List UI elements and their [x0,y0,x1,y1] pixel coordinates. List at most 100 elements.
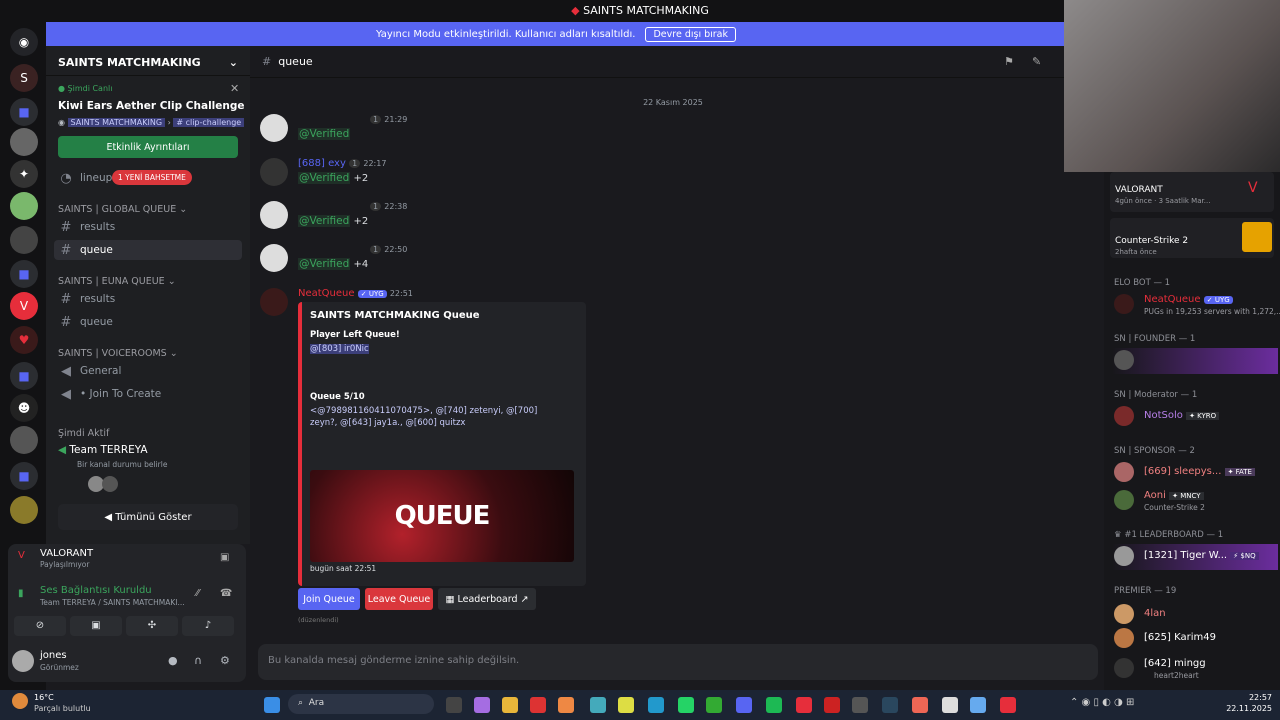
soundboard-icon[interactable]: ♪ [182,616,234,636]
role-mention[interactable]: @Verified [298,172,351,184]
show-all-button[interactable]: ◀ Tümünü Göster [58,504,238,530]
author-name[interactable]: [688] exy [298,158,346,169]
join-queue-button[interactable]: Join Queue [298,588,360,610]
camera-off-icon[interactable]: ⊘ [14,616,66,636]
role-mention[interactable]: @Verified [298,128,351,140]
mention-badge[interactable]: 1 YENİ BAHSETME [112,170,192,185]
disconnect-icon[interactable]: ☎ [220,588,232,599]
noise-suppression-icon[interactable]: ⁄⁄ [196,588,199,599]
member-row[interactable]: [669] sleepys... ✦ FATE [1112,460,1278,486]
server-icon[interactable] [10,496,38,524]
whatsapp-icon[interactable] [678,697,694,713]
member-row[interactable]: [625] Karim49 [1112,626,1278,652]
folder-icon[interactable]: ■ [10,260,38,288]
server-icon[interactable] [10,128,38,156]
folder-icon[interactable]: ■ [10,462,38,490]
voice-channel-general[interactable]: ◀ General [54,361,242,381]
avatar[interactable] [260,244,288,272]
tray-icons[interactable]: ⌃ ◉ ▯ ◐ ◑ ⊞ [1070,697,1134,708]
chrome-icon[interactable] [618,697,634,713]
channel-queue[interactable]: # queue [54,240,242,260]
start-icon[interactable] [264,697,280,713]
member-row[interactable]: [1321] Tiger W... ⚡ $NQ [1112,544,1278,570]
active-voice-team[interactable]: ◀ Team TERREYA [58,444,148,456]
disable-streamer-button[interactable]: Devre dışı bırak [645,26,737,42]
leaderboard-button[interactable]: ▦ Leaderboard ↗ [438,588,536,610]
member-row[interactable] [1112,348,1278,374]
steam-icon[interactable] [882,697,898,713]
close-icon[interactable]: ✕ [230,82,239,95]
role-mention[interactable]: @Verified [298,215,351,227]
valorant-icon[interactable] [1000,697,1016,713]
valorant-icon[interactable] [796,697,812,713]
username[interactable]: jones [40,650,67,661]
taskbar-search[interactable]: ⌕ Ara [288,694,434,714]
microphone-icon[interactable]: ● [168,654,178,667]
task-view-icon[interactable] [446,697,462,713]
threads-icon[interactable]: ⚑ [1004,55,1014,68]
category-voicerooms[interactable]: SAINTS | VOICEROOMS ⌄ [58,348,178,359]
bot-avatar[interactable] [260,288,288,316]
event-details-button[interactable]: Etkinlik Ayrıntıları [58,136,238,158]
category-euna-queue[interactable]: SAINTS | EUNA QUEUE ⌄ [58,276,176,287]
clock-time[interactable]: 22:57 [1232,693,1272,702]
role-mention[interactable]: @Verified [298,258,351,270]
app-icon[interactable] [942,697,958,713]
avatar[interactable] [260,114,288,142]
member-row[interactable]: [642] mingg heart2heart [1112,656,1278,682]
server-icon[interactable]: S [10,64,38,92]
avatar[interactable] [260,158,288,186]
weather-text[interactable]: Parçalı bulutlu [34,704,91,713]
app-icon[interactable] [706,697,722,713]
message-composer[interactable]: Bu kanalda mesaj gönderme iznine sahip d… [258,644,1098,680]
category-global-queue[interactable]: SAINTS | GLOBAL QUEUE ⌄ [58,204,187,215]
clock-date[interactable]: 22.11.2025 [1222,704,1272,713]
server-icon[interactable]: ☻ [10,394,38,422]
discord-home-icon[interactable]: ◉ [10,28,38,56]
author-name[interactable]: NeatQueue [298,288,355,299]
server-icon[interactable] [10,426,38,454]
channel-status[interactable]: Bir kanal durumu belirle [77,460,167,469]
channel-results[interactable]: # results [54,217,242,237]
netflix-icon[interactable] [824,697,840,713]
user-mention[interactable]: @[803] ir0Nic [310,344,369,354]
edge-icon[interactable] [648,697,664,713]
weather-temp[interactable]: 16°C [34,693,54,702]
channel-queue[interactable]: # queue [54,312,242,332]
notifications-icon[interactable]: ✎ [1032,55,1041,68]
activity-card[interactable]: VALORANT 4gün önce · 3 Saatlik Mar... V [1110,172,1274,212]
leave-queue-button[interactable]: Leave Queue [365,588,433,610]
channel-results[interactable]: # results [54,289,242,309]
server-icon[interactable] [10,192,38,220]
file-explorer-icon[interactable] [502,697,518,713]
avatar[interactable] [12,650,34,672]
folder-icon[interactable]: ■ [10,362,38,390]
server-icon[interactable]: ♥ [10,326,38,354]
activities-icon[interactable]: ✣ [126,616,178,636]
copilot-icon[interactable] [474,697,490,713]
weather-icon[interactable] [12,693,28,709]
app-icon[interactable] [912,697,928,713]
player-list[interactable]: <@798981160411070475>, @[740] zetenyi, @… [310,405,554,429]
server-header[interactable]: SAINTS MATCHMAKING ⌄ [46,46,250,76]
voice-status[interactable]: Ses Bağlantısı Kuruldu [40,585,152,596]
gear-icon[interactable]: ⚙ [220,654,230,667]
member-row[interactable]: NotSolo ✦ KYRO [1112,404,1278,430]
app-icon[interactable] [558,697,574,713]
queue-banner-image[interactable]: QUEUE [310,470,574,562]
spotify-icon[interactable] [766,697,782,713]
obs-icon[interactable] [852,697,868,713]
member-row[interactable]: 4lan [1112,602,1278,628]
valorant-server-icon[interactable]: V [10,292,38,320]
app-icon[interactable] [970,697,986,713]
server-icon[interactable]: ✦ [10,160,38,188]
discord-icon[interactable] [736,697,752,713]
member-row[interactable]: Aoni ✦ MNCY Counter-Strike 2 [1112,488,1278,514]
app-icon[interactable] [530,697,546,713]
voice-channel-join-to-create[interactable]: ◀ • Join To Create [54,384,242,404]
share-screen-icon[interactable]: ▣ [70,616,122,636]
screen-share-icon[interactable]: ▣ [220,552,229,563]
avatar[interactable] [260,201,288,229]
server-icon[interactable] [10,226,38,254]
headphones-icon[interactable]: ∩ [194,654,202,667]
